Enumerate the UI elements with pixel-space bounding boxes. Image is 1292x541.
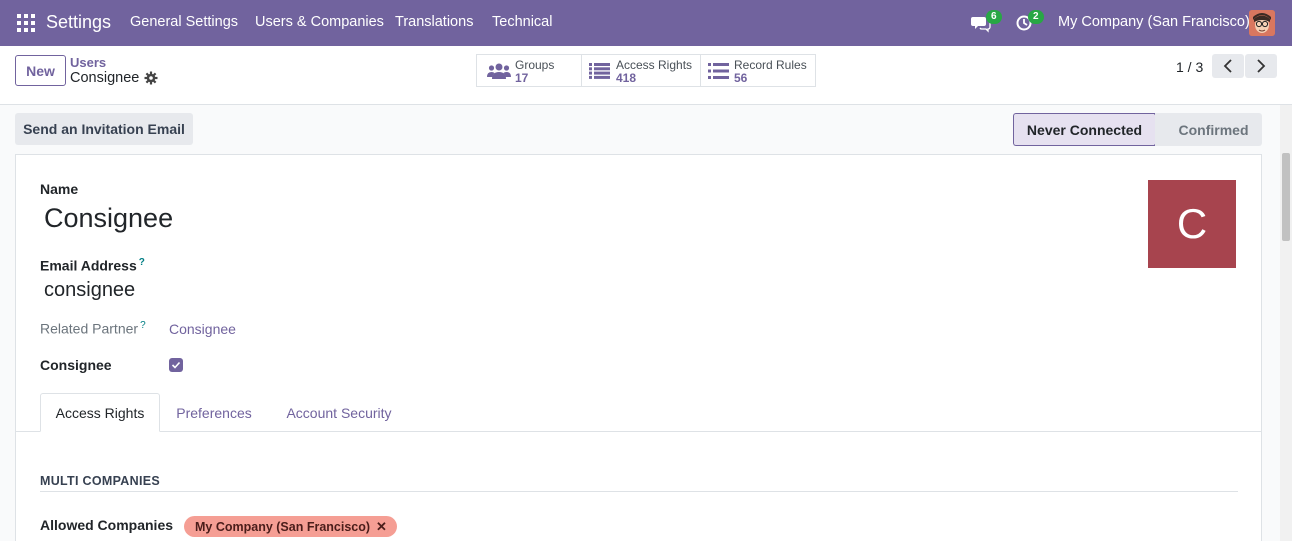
scrollbar[interactable] xyxy=(1280,105,1292,541)
groups-label: Groups xyxy=(515,58,555,72)
related-partner-link[interactable]: Consignee xyxy=(169,321,236,337)
pager-value[interactable]: 1 / 3 xyxy=(1176,59,1203,75)
breadcrumb-current: Consignee xyxy=(70,70,140,86)
access-rights-smart-button[interactable]: Access Rights 418 xyxy=(582,55,700,86)
breadcrumb-users[interactable]: Users xyxy=(70,55,106,70)
user-avatar[interactable] xyxy=(1249,10,1275,36)
related-partner-label: Related Partner? xyxy=(40,320,146,337)
multi-companies-title: MULTI COMPANIES xyxy=(40,474,161,488)
pager-previous-button[interactable] xyxy=(1212,54,1244,78)
apps-menu-icon[interactable] xyxy=(17,14,35,32)
record-rules-count: 56 xyxy=(734,71,748,85)
scrollbar-thumb[interactable] xyxy=(1282,153,1290,241)
menu-technical[interactable]: Technical xyxy=(492,14,552,30)
groups-count: 17 xyxy=(515,71,529,85)
company-tag-label: My Company (San Francisco) xyxy=(195,519,371,534)
smart-buttons: Groups 17 Access Rights 418 Record Rules… xyxy=(476,54,816,87)
activities-badge: 2 xyxy=(1028,10,1044,24)
app-brand[interactable]: Settings xyxy=(46,12,111,33)
allowed-companies-label: Allowed Companies xyxy=(40,517,174,533)
top-navbar: Settings General Settings Users & Compan… xyxy=(0,0,1292,46)
section-divider xyxy=(40,491,1238,492)
messages-badge: 6 xyxy=(986,10,1002,24)
access-rights-label: Access Rights xyxy=(616,58,693,72)
chevron-right-icon xyxy=(1257,59,1266,73)
email-label: Email Address? xyxy=(40,257,145,274)
user-avatar-image[interactable]: C xyxy=(1148,180,1236,268)
groups-smart-button[interactable]: Groups 17 xyxy=(477,55,581,86)
tab-preferences[interactable]: Preferences xyxy=(162,393,266,432)
list-icon xyxy=(589,63,610,79)
remove-tag-icon[interactable]: ✕ xyxy=(376,519,387,535)
chevron-left-icon xyxy=(1223,59,1232,73)
users-icon xyxy=(487,63,511,79)
control-panel: New Users Consignee Groups 17 Access Rig… xyxy=(0,46,1292,105)
gear-icon[interactable] xyxy=(144,71,158,85)
name-label: Name xyxy=(40,181,79,197)
access-rights-count: 418 xyxy=(616,71,637,85)
email-label-text: Email Address xyxy=(40,257,137,274)
menu-translations[interactable]: Translations xyxy=(395,14,473,30)
related-partner-help-icon[interactable]: ? xyxy=(140,320,146,331)
record-rules-label: Record Rules xyxy=(734,58,807,72)
tab-account-security[interactable]: Account Security xyxy=(272,393,406,432)
check-icon xyxy=(171,361,181,369)
pager-next-button[interactable] xyxy=(1245,54,1277,78)
form-sheet xyxy=(15,154,1262,541)
consignee-label: Consignee xyxy=(40,357,112,373)
send-invitation-button[interactable]: Send an Invitation Email xyxy=(15,113,193,145)
company-tag: My Company (San Francisco) ✕ xyxy=(184,516,397,537)
tab-access-rights[interactable]: Access Rights xyxy=(40,393,160,432)
status-confirmed[interactable]: Confirmed xyxy=(1155,113,1262,146)
status-never-connected[interactable]: Never Connected xyxy=(1013,113,1155,146)
menu-users-companies[interactable]: Users & Companies xyxy=(255,14,384,30)
email-field[interactable]: consignee xyxy=(44,279,135,302)
consignee-checkbox[interactable] xyxy=(169,358,183,372)
record-rules-smart-button[interactable]: Record Rules 56 xyxy=(701,55,815,86)
related-partner-label-text: Related Partner xyxy=(40,320,139,337)
email-help-icon[interactable]: ? xyxy=(139,257,145,268)
menu-general-settings[interactable]: General Settings xyxy=(130,14,238,30)
company-switcher[interactable]: My Company (San Francisco) xyxy=(1058,14,1250,30)
name-field[interactable]: Consignee xyxy=(44,203,173,234)
new-button[interactable]: New xyxy=(15,55,66,86)
list-icon xyxy=(708,63,729,79)
